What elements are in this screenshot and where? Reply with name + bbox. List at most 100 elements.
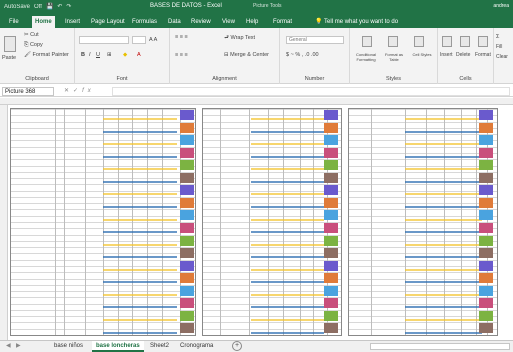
align-left-icon[interactable]: ≡ ≡ ≡: [175, 52, 188, 58]
formula-bar: Picture 368 ✕✓fx: [0, 85, 513, 97]
font-size-box[interactable]: [132, 36, 146, 44]
ribbon: Paste ✂ Cut ⎘ Copy 🖌 Format Painter Clip…: [0, 28, 513, 84]
format-as-table-button[interactable]: Format as Table: [380, 52, 408, 62]
worksheet-grid[interactable]: [0, 98, 513, 340]
font-grow-icon[interactable]: A A: [149, 37, 157, 43]
user-name[interactable]: andrea: [493, 3, 509, 9]
sheet-nav-left-icon[interactable]: ◀: [6, 342, 11, 349]
picture-row-line: [203, 190, 341, 192]
sheet-tab-base-loncheras[interactable]: base loncheras: [92, 341, 144, 352]
picture-cell-highlight: [405, 155, 483, 158]
font-color-icon[interactable]: A: [137, 52, 141, 58]
picture-cell-highlight: [405, 118, 483, 121]
sheet-nav-right-icon[interactable]: ▶: [16, 342, 21, 349]
autosave-state[interactable]: Off: [34, 4, 42, 10]
picture-row-line: [203, 316, 341, 318]
cut-label: Cut: [30, 32, 39, 38]
name-box[interactable]: Picture 368: [2, 87, 54, 96]
insert-cells-icon[interactable]: [442, 36, 452, 47]
tab-home[interactable]: Home: [32, 16, 55, 28]
picture-cell-highlight: [405, 231, 483, 234]
wrap-text-button[interactable]: ⮐ Wrap Text: [224, 34, 255, 43]
conditional-formatting-button[interactable]: Conditional Formatting: [352, 52, 380, 62]
sheet-tab-base-ninos[interactable]: base niños: [50, 341, 87, 352]
picture-cell-highlight: [251, 218, 325, 221]
tab-insert[interactable]: Insert: [62, 16, 83, 28]
picture-thumbnail: [479, 135, 494, 146]
sheet-tab-cronograma[interactable]: Cronograma: [176, 341, 217, 352]
currency-icon[interactable]: $ ~ % , .0 .00: [286, 52, 319, 58]
cut-button[interactable]: ✂ Cut: [24, 32, 39, 38]
fill-button[interactable]: Fill: [496, 44, 502, 50]
picture-row-line: [203, 115, 341, 117]
picture-row-line: [203, 222, 341, 223]
borders-icon[interactable]: ⊞: [107, 52, 112, 58]
merge-center-button[interactable]: ⊟ Merge & Center: [224, 52, 269, 58]
picture-cell-highlight: [251, 118, 325, 121]
picture-row-line: [203, 328, 341, 330]
picture-row-line: [203, 109, 341, 110]
tab-review[interactable]: Review: [188, 16, 214, 28]
autosum-icon[interactable]: Σ: [496, 34, 499, 40]
redo-icon[interactable]: ↷: [66, 3, 71, 10]
bold-icon[interactable]: B: [81, 52, 85, 58]
horizontal-scrollbar[interactable]: [370, 343, 510, 350]
tab-view[interactable]: View: [219, 16, 238, 28]
tab-format[interactable]: Format: [270, 16, 295, 28]
picture-thumbnail: [324, 197, 339, 208]
picture-column-line: [248, 109, 250, 335]
picture-thumbnail: [479, 223, 494, 233]
paste-icon[interactable]: [4, 36, 16, 52]
number-format-box[interactable]: General: [286, 36, 344, 44]
embedded-picture-middle[interactable]: [202, 108, 342, 336]
insert-button[interactable]: Insert: [440, 52, 453, 58]
cell-styles-button[interactable]: Cell Styles: [410, 52, 434, 57]
styles-label: Styles: [386, 76, 401, 82]
picture-thumbnail: [479, 160, 494, 171]
tab-page-layout[interactable]: Page Layout: [88, 16, 128, 28]
picture-thumbnail: [479, 110, 494, 120]
picture-thumbnail: [479, 210, 494, 221]
embedded-picture-left[interactable]: [10, 108, 196, 336]
picture-cell-highlight: [405, 293, 483, 296]
delete-cells-icon[interactable]: [460, 36, 470, 47]
embedded-picture-right[interactable]: [348, 108, 498, 336]
quick-access-toolbar[interactable]: AutoSave Off 💾 ↶ ↷: [4, 3, 71, 11]
conditional-formatting-icon[interactable]: [362, 36, 372, 47]
format-painter-button[interactable]: 🖌 Format Painter: [24, 52, 69, 58]
underline-icon[interactable]: U: [96, 52, 100, 58]
picture-thumbnail: [180, 223, 195, 233]
styles-group: Conditional Formatting Format as Table C…: [350, 28, 438, 84]
italic-icon[interactable]: I: [89, 52, 91, 58]
sheet-tab-sheet2[interactable]: Sheet2: [146, 341, 173, 352]
picture-thumbnail: [180, 285, 195, 296]
cell-styles-icon[interactable]: [414, 36, 424, 47]
paste-button[interactable]: Paste: [2, 55, 16, 61]
tell-me-box[interactable]: 💡 Tell me what you want to do: [315, 16, 398, 28]
picture-cell-highlight: [103, 281, 177, 284]
delete-button[interactable]: Delete: [456, 52, 470, 58]
copy-button[interactable]: ⎘ Copy: [24, 42, 43, 49]
font-name-box[interactable]: [79, 36, 129, 44]
format-cells-icon[interactable]: [478, 36, 488, 47]
undo-icon[interactable]: ↶: [57, 3, 62, 10]
format-as-table-icon[interactable]: [388, 36, 398, 47]
tab-help[interactable]: Help: [243, 16, 261, 28]
picture-thumbnail: [324, 248, 339, 259]
format-button[interactable]: Format: [475, 52, 491, 58]
formula-icons[interactable]: ✕✓fx: [64, 87, 95, 94]
formula-input[interactable]: [112, 87, 510, 96]
tab-formulas[interactable]: Formulas: [129, 16, 160, 28]
add-sheet-icon[interactable]: +: [232, 341, 242, 351]
tell-me-text: Tell me what you want to do: [324, 19, 399, 25]
fill-color-icon[interactable]: ◆: [123, 52, 127, 58]
tab-data[interactable]: Data: [165, 16, 184, 28]
align-top-icon[interactable]: ≡ ≡ ≡: [175, 34, 188, 40]
clear-button[interactable]: Clear: [496, 54, 508, 60]
column-headers[interactable]: [0, 98, 513, 105]
picture-tools-context: Picture Tools: [253, 3, 282, 9]
save-icon[interactable]: 💾: [46, 3, 53, 10]
autosave-label[interactable]: AutoSave: [4, 4, 30, 10]
tab-file[interactable]: File: [6, 16, 22, 28]
row-headers[interactable]: [0, 105, 8, 340]
